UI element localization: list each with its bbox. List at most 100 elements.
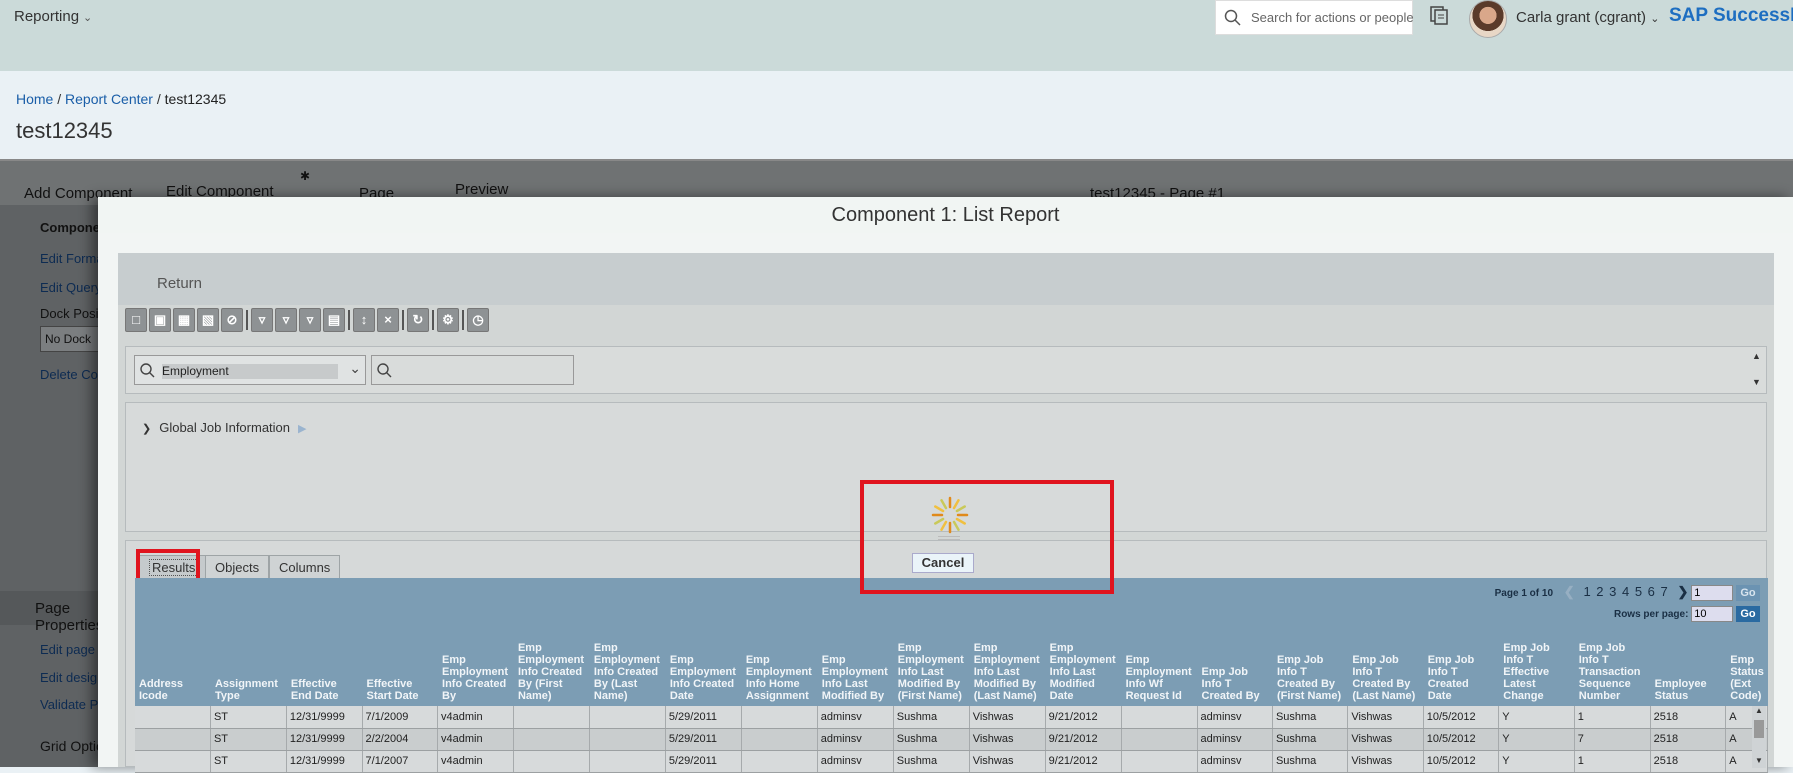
table-cell: v4admin xyxy=(437,706,514,729)
column-header[interactable]: Emp Employment Info Created Date xyxy=(665,628,742,706)
object-search-input[interactable] xyxy=(371,355,574,385)
column-header[interactable]: Emp Job Info T Created Date xyxy=(1423,628,1500,706)
settings-icon[interactable]: ⚙ xyxy=(437,308,459,332)
filter-icon[interactable]: ▿ xyxy=(251,308,273,332)
save-icon[interactable]: ▦ xyxy=(173,308,195,332)
scroll-down-icon[interactable]: ▼ xyxy=(1752,377,1761,387)
table-cell: Vishwas xyxy=(1347,706,1424,729)
column-header[interactable]: Emp Employment Info Home Assignment xyxy=(741,628,818,706)
cancel-query-icon[interactable]: ⊘ xyxy=(221,308,243,332)
refresh-icon[interactable]: ↻ xyxy=(407,308,429,332)
open-icon[interactable]: ▣ xyxy=(149,308,171,332)
results-table: Address Icode Assignment Type Effective En… xyxy=(135,628,1768,773)
column-header[interactable]: Emp Job Info T Created By xyxy=(1197,628,1273,706)
edit-query-link[interactable]: Edit Query xyxy=(40,280,101,295)
page-info: Page 1 of 10 xyxy=(1494,588,1553,599)
tab-columns[interactable]: Columns xyxy=(269,555,341,579)
scroll-thumb[interactable] xyxy=(1754,720,1764,738)
search-placeholder: Search for actions or people xyxy=(1251,10,1414,25)
return-bar: Return xyxy=(118,253,1774,305)
rows-go-button[interactable]: Go xyxy=(1736,606,1760,623)
table-row[interactable]: ST 12/31/9999 2/2/2004 v4admin 5/29/2011 admi… xyxy=(135,728,1768,751)
prev-page-icon[interactable]: ❮ xyxy=(1564,584,1575,599)
user-menu[interactable]: Carla grant (cgrant) ⌄ xyxy=(1516,9,1659,26)
column-header[interactable]: Emp Employment Info Last Modified By (Fi… xyxy=(893,628,970,706)
column-header[interactable]: Emp Job Info T Created By (First Name) xyxy=(1272,628,1349,706)
global-search[interactable]: Search for actions or people xyxy=(1215,0,1414,35)
table-cell: Sushma xyxy=(1272,750,1349,773)
domain-select[interactable]: Employment ⌄ xyxy=(134,355,366,385)
column-header[interactable]: Emp Job Info T Transaction Sequence Numb… xyxy=(1574,628,1651,706)
grid-scrollbar[interactable]: ▲ ▼ xyxy=(1752,706,1766,768)
column-header[interactable]: Emp Job Info T Effective Latest Change xyxy=(1498,628,1575,706)
column-header[interactable]: Emp Employment Info Wf Request Id xyxy=(1121,628,1198,706)
table-cell: Vishwas xyxy=(969,750,1046,773)
notifications-icon[interactable] xyxy=(1428,4,1450,26)
table-cell xyxy=(513,750,590,773)
column-header[interactable]: Emp Employment Info Last Modified By xyxy=(817,628,894,706)
column-header[interactable]: Emp Employment Info Created By (First Na… xyxy=(513,628,590,706)
column-header[interactable]: Emp Employment Info Last Modified By (La… xyxy=(969,628,1046,706)
module-menu[interactable]: Reporting ⌄ xyxy=(14,8,92,25)
filter-edit-icon[interactable]: ▿ xyxy=(275,308,297,332)
scroll-down-icon[interactable]: ▼ xyxy=(1755,756,1763,765)
column-header[interactable]: Emp Job Info T Created By (Last Name) xyxy=(1347,628,1424,706)
scroll-up-icon[interactable]: ▲ xyxy=(1752,351,1761,361)
table-cell xyxy=(741,750,818,773)
preview-button[interactable]: Preview xyxy=(455,181,508,198)
page-numbers[interactable]: 1 2 3 4 5 6 7 xyxy=(1583,584,1668,599)
save-as-icon[interactable]: ▧ xyxy=(197,308,219,332)
column-header[interactable]: Emp Employment Info Created By (Last Nam… xyxy=(589,628,666,706)
table-row[interactable]: ST 12/31/9999 7/1/2007 v4admin 5/29/2011 admi… xyxy=(135,750,1768,773)
table-cell: Sushma xyxy=(1272,728,1349,751)
table-cell xyxy=(589,706,666,729)
column-header[interactable]: Assignment Type xyxy=(210,628,287,706)
next-page-icon[interactable]: ❯ xyxy=(1678,584,1689,599)
table-cell: 7/1/2009 xyxy=(362,706,439,729)
pin-icon[interactable]: ✱ xyxy=(300,169,310,183)
calculation-icon[interactable]: × xyxy=(377,308,399,332)
table-cell: 12/31/9999 xyxy=(286,728,363,751)
table-cell: adminsv xyxy=(1197,706,1273,729)
filter-prompt-icon[interactable]: ▿ xyxy=(299,308,321,332)
table-cell: adminsv xyxy=(1197,750,1273,773)
column-header[interactable]: Emp Employment Info Last Modified Date xyxy=(1045,628,1122,706)
sort-icon[interactable]: ↕ xyxy=(353,308,375,332)
table-cell: 10/5/2012 xyxy=(1423,728,1500,751)
column-header[interactable]: Address Icode xyxy=(135,628,211,706)
table-cell: Vishwas xyxy=(969,706,1046,729)
breadcrumb-home[interactable]: Home xyxy=(16,91,53,107)
edit-design-link[interactable]: Edit design xyxy=(40,670,104,685)
column-header[interactable]: Employee Status xyxy=(1650,628,1727,706)
table-cell: Y xyxy=(1498,728,1575,751)
column-header[interactable]: Effective End Date xyxy=(286,628,363,706)
column-header[interactable]: Emp Employment Info Created By xyxy=(437,628,514,706)
table-cell xyxy=(135,706,211,729)
scroll-up-icon[interactable]: ▲ xyxy=(1755,706,1763,715)
column-header[interactable]: Effective Start Date xyxy=(362,628,439,706)
column-header[interactable]: Emp Status (Ext Code) xyxy=(1725,628,1768,706)
table-cell: 10/5/2012 xyxy=(1423,706,1500,729)
table-row[interactable]: ST 12/31/9999 7/1/2009 v4admin 5/29/2011 admi… xyxy=(135,706,1768,729)
breadcrumb-report-center[interactable]: Report Center xyxy=(65,91,153,107)
rows-per-page-input[interactable] xyxy=(1691,606,1734,622)
avatar[interactable] xyxy=(1469,0,1507,38)
table-cell xyxy=(741,706,818,729)
new-icon[interactable]: □ xyxy=(125,308,147,332)
table-cell xyxy=(1121,728,1198,751)
user-name: Carla grant (cgrant) xyxy=(1516,9,1647,26)
chevron-down-icon: ⌄ xyxy=(1650,13,1660,25)
loading-highlight xyxy=(860,480,1114,594)
page-input[interactable] xyxy=(1691,585,1734,601)
tab-objects[interactable]: Objects xyxy=(205,555,270,579)
searchrow-scrollbar[interactable]: ▲ ▼ xyxy=(1748,347,1766,393)
ranking-icon[interactable]: ▤ xyxy=(323,308,345,332)
filter-item-global-job-information[interactable]: ❯ Global Job Information ▶ xyxy=(142,420,306,435)
return-button[interactable]: Return xyxy=(157,275,202,292)
table-cell: 7 xyxy=(1574,728,1651,751)
chart-icon[interactable]: ◷ xyxy=(467,308,489,332)
page-go-button[interactable]: Go xyxy=(1736,585,1760,602)
table-cell: 2518 xyxy=(1650,706,1727,729)
rows-per-page: Rows per page: Go xyxy=(1614,606,1760,623)
tab-columns-label: Columns xyxy=(279,560,331,575)
